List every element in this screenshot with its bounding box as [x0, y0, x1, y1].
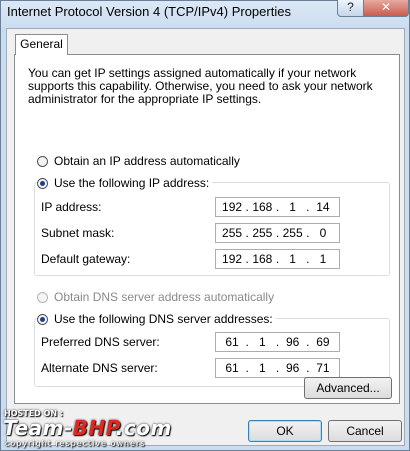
octet-dot: . — [306, 200, 310, 214]
ip-octet: 1 — [259, 361, 266, 375]
ip-octet: 96 — [285, 335, 300, 349]
subnet-mask-input[interactable]: 255. 255. 255. 0 — [215, 223, 340, 243]
ip-manual-label: Use the following IP address: — [54, 176, 210, 190]
general-tab-panel: You can get IP settings assigned automat… — [14, 54, 400, 404]
ok-button[interactable]: OK — [248, 420, 322, 442]
window-title: Internet Protocol Version 4 (TCP/IPv4) P… — [7, 4, 291, 19]
ip-octet: 96 — [285, 361, 300, 375]
ip-octet: 1 — [289, 252, 296, 266]
preferred-dns-label: Preferred DNS server: — [41, 335, 160, 349]
alternate-dns-label: Alternate DNS server: — [41, 361, 158, 375]
cancel-button[interactable]: Cancel — [328, 420, 402, 442]
ip-octet: 255 — [252, 226, 273, 240]
dns-manual-option[interactable]: Use the following DNS server addresses: — [37, 312, 276, 326]
default-gateway-input[interactable]: 192. 168. 1. 1 — [215, 249, 340, 269]
dns-auto-label: Obtain DNS server address automatically — [54, 290, 275, 304]
ip-auto-option[interactable]: Obtain an IP address automatically — [37, 154, 240, 168]
subnet-mask-row: Subnet mask: 255. 255. 255. 0 — [41, 223, 361, 243]
ip-octet: 168 — [252, 200, 273, 214]
ip-octet: 1 — [289, 200, 296, 214]
preferred-dns-row: Preferred DNS server: 61. 1. 96. 69 — [41, 332, 361, 352]
default-gateway-label: Default gateway: — [41, 252, 131, 266]
octet-dot: . — [245, 361, 249, 375]
properties-dialog: Internet Protocol Version 4 (TCP/IPv4) P… — [0, 0, 410, 451]
ip-octet: 61 — [225, 361, 239, 375]
ip-address-row: IP address: 192. 168. 1. 14 — [41, 197, 361, 217]
ip-octet: 168 — [252, 252, 273, 266]
octet-dot: . — [306, 335, 310, 349]
ip-octet: 1 — [259, 335, 266, 349]
octet-dot: . — [275, 200, 280, 214]
octet-dot: . — [245, 200, 249, 214]
ip-address-label: IP address: — [41, 200, 102, 214]
alternate-dns-input[interactable]: 61. 1. 96. 71 — [215, 358, 340, 378]
octet-dot: . — [275, 252, 280, 266]
ip-octet: 0 — [319, 226, 327, 240]
ip-manual-radio[interactable] — [37, 177, 48, 189]
alternate-dns-row: Alternate DNS server: 61. 1. 96. 71 — [41, 358, 361, 378]
octet-dot: . — [245, 226, 249, 240]
octet-dot: . — [306, 361, 310, 375]
octet-dot: . — [306, 226, 310, 240]
preferred-dns-input[interactable]: 61. 1. 96. 69 — [215, 332, 340, 352]
dialog-client-area: General You can get IP settings assigned… — [6, 28, 405, 446]
octet-dot: . — [245, 335, 249, 349]
ip-octet: 255 — [222, 226, 243, 240]
ip-octet: 14 — [316, 200, 330, 214]
intro-text: You can get IP settings assigned automat… — [28, 66, 373, 106]
ip-auto-radio[interactable] — [37, 155, 48, 167]
help-button[interactable]: ? — [337, 0, 364, 17]
octet-dot: . — [245, 252, 249, 266]
dns-manual-radio[interactable] — [37, 313, 48, 325]
ip-auto-label: Obtain an IP address automatically — [54, 154, 240, 168]
dns-auto-radio[interactable] — [37, 291, 48, 303]
subnet-mask-label: Subnet mask: — [41, 226, 115, 240]
octet-dot: . — [275, 361, 280, 375]
ip-octet: 69 — [316, 335, 330, 349]
advanced-button[interactable]: Advanced... — [304, 377, 392, 399]
octet-dot: . — [275, 335, 280, 349]
octet-dot: . — [306, 252, 310, 266]
ip-octet: 192 — [222, 200, 243, 214]
ip-manual-option[interactable]: Use the following IP address: — [37, 176, 213, 190]
ip-address-input[interactable]: 192. 168. 1. 14 — [215, 197, 340, 217]
octet-dot: . — [275, 226, 280, 240]
default-gateway-row: Default gateway: 192. 168. 1. 1 — [41, 249, 361, 269]
ip-octet: 61 — [225, 335, 239, 349]
tab-general[interactable]: General — [15, 34, 68, 55]
dns-manual-label: Use the following DNS server addresses: — [54, 312, 273, 326]
dns-auto-option[interactable]: Obtain DNS server address automatically — [37, 290, 274, 304]
ip-octet: 255 — [282, 226, 303, 240]
ip-octet: 71 — [316, 361, 330, 375]
ip-octet: 192 — [222, 252, 243, 266]
close-button[interactable]: ✕ — [363, 0, 409, 17]
ip-octet: 1 — [319, 252, 327, 266]
